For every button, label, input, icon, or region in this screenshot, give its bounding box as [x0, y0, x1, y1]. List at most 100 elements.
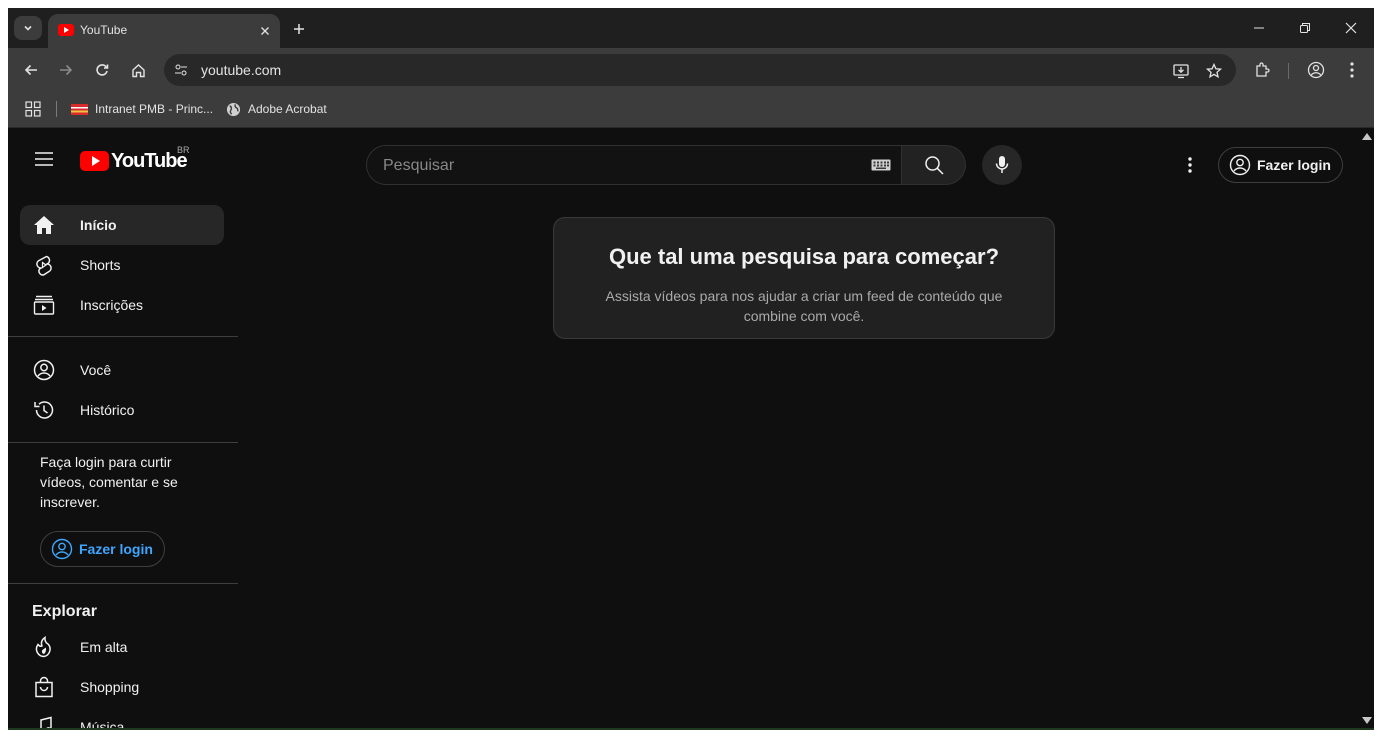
sidebar-item-label: Você: [80, 362, 112, 378]
address-bar[interactable]: youtube.com: [164, 54, 1236, 86]
tune-icon: [175, 64, 187, 76]
sidebar-item-label: Shorts: [80, 257, 121, 273]
close-icon: [1345, 22, 1357, 34]
shorts-icon: [32, 253, 56, 277]
sidebar-item-label: Início: [80, 217, 117, 233]
history-icon: [32, 398, 56, 422]
restore-icon: [1300, 23, 1310, 33]
sidebar-divider: [8, 583, 238, 584]
settings-more-button[interactable]: [1178, 153, 1202, 177]
puzzle-icon: [1256, 62, 1270, 77]
tab-search-button[interactable]: [14, 16, 42, 40]
browser-window: YouTube youtube.com Intranet PMB - Princ…: [8, 8, 1374, 730]
account-circle-icon: [1229, 154, 1251, 176]
sidebar-item-shorts[interactable]: Shorts: [20, 245, 224, 285]
search-button[interactable]: [902, 145, 966, 185]
country-code: BR: [177, 145, 190, 155]
minimize-icon: [1254, 27, 1264, 29]
close-icon: [261, 27, 269, 35]
hamburger-menu-icon: [35, 152, 53, 166]
sidebar-divider: [8, 442, 238, 443]
scroll-up-arrow-icon[interactable]: [1362, 133, 1372, 140]
bookmark-label: Intranet PMB - Princ...: [95, 102, 214, 116]
more-vertical-icon: [1350, 62, 1354, 78]
keyboard-icon[interactable]: [871, 158, 891, 172]
browser-toolbar: youtube.com: [8, 48, 1374, 90]
empty-feed-subtitle: Assista vídeos para nos ajudar a criar u…: [605, 288, 1003, 324]
empty-feed-card: Que tal uma pesquisa para começar? Assis…: [553, 217, 1055, 339]
search-input[interactable]: Pesquisar: [383, 157, 454, 175]
taskbar-edge: [8, 728, 1374, 730]
account-circle-icon: [51, 538, 73, 560]
plus-icon: [294, 24, 304, 34]
search-icon: [924, 156, 944, 175]
bookmark-star-button[interactable]: [1203, 60, 1225, 82]
forward-button[interactable]: [53, 57, 79, 83]
bookmarks-bar: Intranet PMB - Princ... Adobe Acrobat: [8, 90, 1374, 128]
home-button[interactable]: [125, 57, 151, 83]
sidebar-item-voce[interactable]: Você: [20, 350, 224, 390]
install-icon: [1173, 64, 1189, 79]
trending-icon: [32, 635, 56, 659]
minimize-button[interactable]: [1244, 16, 1274, 40]
sidebar-item-musica[interactable]: Música: [20, 707, 224, 730]
sidebar-item-em-alta[interactable]: Em alta: [20, 627, 224, 667]
sidebar-item-inscricoes[interactable]: Inscrições: [20, 285, 224, 325]
voice-search-button[interactable]: [982, 145, 1022, 185]
site-info-button[interactable]: [170, 59, 192, 81]
close-window-button[interactable]: [1336, 16, 1366, 40]
tab-strip: YouTube: [8, 8, 1374, 48]
account-circle-icon: [1307, 61, 1325, 79]
tab-title: YouTube: [80, 23, 128, 37]
sidebar-item-shopping[interactable]: Shopping: [20, 667, 224, 707]
reload-button[interactable]: [89, 57, 115, 83]
sidebar-sign-in-button[interactable]: Fazer login: [40, 531, 165, 567]
sidebar-item-historico[interactable]: Histórico: [20, 390, 224, 430]
apps-grid-icon[interactable]: [24, 100, 42, 118]
flag-favicon-icon: [71, 103, 88, 115]
sign-in-label: Fazer login: [79, 541, 153, 557]
bookmark-adobe-acrobat[interactable]: Adobe Acrobat: [226, 99, 327, 119]
tab-close-button[interactable]: [256, 22, 274, 40]
logo-text: YouTube: [111, 149, 188, 172]
home-icon: [32, 213, 56, 237]
restore-button[interactable]: [1290, 16, 1320, 40]
sign-in-button[interactable]: Fazer login: [1218, 147, 1343, 183]
home-icon: [131, 63, 145, 77]
sidebar-item-label: Shopping: [80, 679, 140, 695]
sign-in-label: Fazer login: [1257, 157, 1331, 173]
install-app-button[interactable]: [1170, 60, 1192, 82]
sidebar-divider: [8, 336, 238, 337]
youtube-play-icon: [80, 151, 109, 171]
bookmark-label: Adobe Acrobat: [248, 102, 327, 116]
user-icon: [32, 358, 56, 382]
new-tab-button[interactable]: [288, 18, 310, 40]
more-vertical-icon: [1188, 157, 1192, 173]
reload-icon: [96, 64, 109, 76]
search-box[interactable]: Pesquisar: [366, 145, 902, 185]
empty-feed-title: Que tal uma pesquisa para começar?: [608, 244, 1000, 269]
explore-heading: Explorar: [32, 603, 97, 620]
arrow-left-icon: [24, 64, 37, 76]
browser-tab[interactable]: YouTube: [48, 14, 280, 48]
browser-menu-button[interactable]: [1339, 57, 1365, 83]
url-text[interactable]: youtube.com: [201, 62, 281, 78]
youtube-logo[interactable]: YouTube BR: [80, 145, 190, 173]
youtube-favicon-icon: [58, 24, 74, 36]
microphone-icon: [995, 156, 1009, 173]
arrow-right-icon: [60, 64, 73, 76]
toolbar-divider: [1288, 63, 1289, 79]
extensions-button[interactable]: [1249, 57, 1275, 83]
sidebar-login-message: Faça login para curtir vídeos, comentar …: [40, 454, 178, 510]
sidebar-item-inicio[interactable]: Início: [20, 205, 224, 245]
guide-menu-button[interactable]: [32, 147, 56, 171]
back-button[interactable]: [18, 57, 44, 83]
youtube-page: YouTube BR Pesquisar Fazer login Início: [8, 129, 1374, 730]
bookmark-intranet[interactable]: Intranet PMB - Princ...: [71, 99, 213, 119]
profile-button[interactable]: [1303, 57, 1329, 83]
bookmarks-divider: [56, 101, 57, 117]
scroll-down-arrow-icon[interactable]: [1362, 717, 1372, 724]
sidebar-item-label: Em alta: [80, 639, 128, 655]
shopping-bag-icon: [32, 675, 56, 699]
globe-icon: [226, 102, 241, 116]
